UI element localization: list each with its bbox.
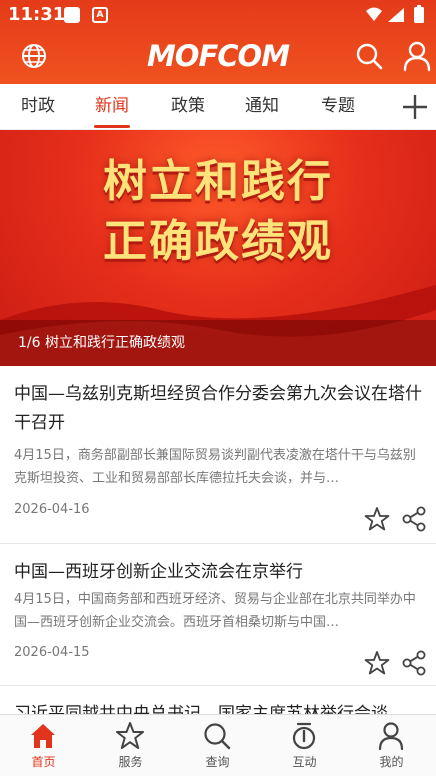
user-icon[interactable] (402, 40, 432, 72)
bottom-navigation: 首页 服务 查询 互动 我的 (0, 714, 436, 776)
search-icon (204, 723, 231, 750)
nav-query-label: 查询 (205, 755, 230, 769)
star-icon (116, 722, 144, 749)
tab-zhuanti[interactable]: 专题 (308, 84, 368, 130)
globe-icon[interactable] (20, 42, 48, 70)
add-tab-icon[interactable] (400, 92, 430, 122)
tab-tongzhi[interactable]: 通知 (232, 84, 292, 130)
news-date: 2026-04-16 (14, 502, 90, 517)
banner-carousel[interactable]: 树立和践行 正确政绩观 1/6 树立和践行正确政绩观 (0, 130, 436, 366)
nav-query[interactable]: 查询 (174, 715, 261, 776)
nav-home[interactable]: 首页 (0, 715, 87, 776)
news-title[interactable]: 中国—西班牙创新企业交流会在京举行 (14, 558, 422, 587)
news-item[interactable]: 中国—乌兹别克斯坦经贸合作分委会第九次会议在塔什干召开 4月15日，商务部副部长… (0, 366, 436, 544)
banner-headline: 树立和践行 正确政绩观 (0, 152, 436, 272)
nav-interaction[interactable]: 互动 (261, 715, 348, 776)
search-icon[interactable] (354, 41, 384, 71)
nav-interaction-label: 互动 (292, 755, 317, 769)
interaction-icon (292, 722, 316, 750)
signal-battery-icon (366, 5, 424, 23)
nav-mine-label: 我的 (379, 755, 404, 769)
app-screen: 11:31 A MOFCOM 时政 新闻 政策 通知 专题 树立和践行 正确政绩… (0, 0, 436, 776)
banner-caption-bar: 1/6 树立和践行正确政绩观 (0, 320, 436, 366)
home-icon (31, 724, 55, 748)
favorite-star-icon[interactable] (364, 650, 390, 676)
news-title[interactable]: 中国—乌兹别克斯坦经贸合作分委会第九次会议在塔什干召开 (14, 380, 422, 438)
tab-xinwen[interactable]: 新闻 (82, 84, 142, 130)
tab-shizheng[interactable]: 时政 (8, 84, 68, 130)
status-bar: 11:31 A (0, 0, 436, 30)
status-time: 11:31 (8, 4, 66, 25)
banner-headline-line1: 树立和践行 (103, 156, 333, 207)
nav-home-label: 首页 (31, 755, 56, 769)
nav-mine[interactable]: 我的 (348, 715, 435, 776)
banner-headline-line2: 正确政绩观 (103, 216, 333, 267)
news-item[interactable]: 中国—西班牙创新企业交流会在京举行 4月15日，中国商务部和西班牙经济、贸易与企… (0, 544, 436, 686)
header: 11:31 A MOFCOM (0, 0, 436, 84)
app-notification-icon: A (92, 7, 108, 23)
news-date: 2026-04-15 (14, 645, 90, 660)
news-summary: 4月15日，中国商务部和西班牙经济、贸易与企业部在北京共同举办中国—西班牙创新企… (14, 592, 416, 630)
favorite-star-icon[interactable] (364, 506, 390, 532)
nav-services[interactable]: 服务 (87, 715, 174, 776)
news-summary: 4月15日，商务部副部长兼国际贸易谈判副代表凌激在塔什干与乌兹别克斯坦投资、工业… (14, 448, 416, 486)
share-icon[interactable] (400, 505, 428, 533)
app-bar: MOFCOM (0, 30, 436, 84)
category-tabs: 时政 新闻 政策 通知 专题 (0, 84, 436, 130)
user-icon (378, 722, 404, 751)
mofcom-logo: MOFCOM (146, 39, 290, 73)
banner-caption: 1/6 树立和践行正确政绩观 (18, 335, 185, 351)
share-icon[interactable] (400, 649, 428, 677)
notification-icon (64, 7, 80, 23)
nav-services-label: 服务 (118, 755, 143, 769)
tab-zhengce[interactable]: 政策 (158, 84, 218, 130)
